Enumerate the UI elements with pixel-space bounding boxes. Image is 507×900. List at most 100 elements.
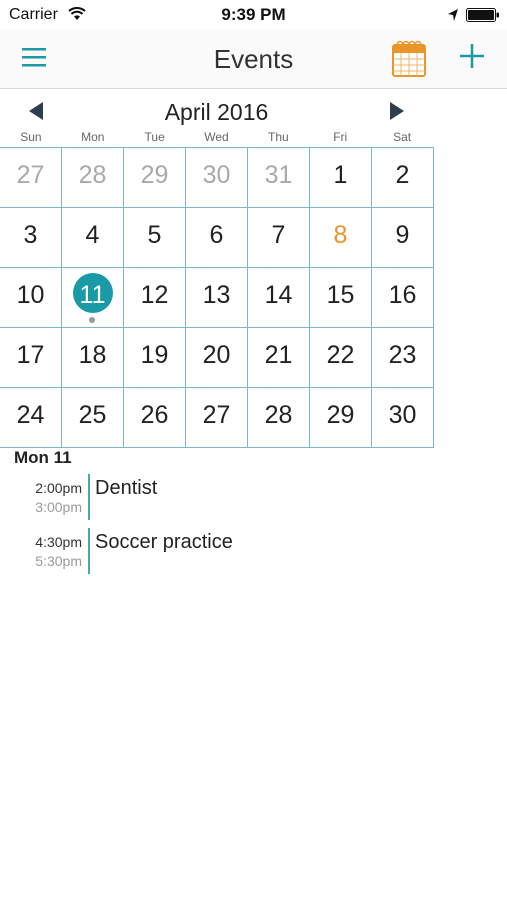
weekday-label: Fri [333, 130, 348, 144]
weekday-label: Sat [393, 130, 412, 144]
calendar-icon[interactable] [392, 39, 426, 77]
calendar-day[interactable]: 25 [62, 388, 124, 447]
calendar-day[interactable]: 27 [0, 148, 62, 207]
day-number: 29 [140, 161, 169, 189]
weekday-label: Tue [144, 130, 165, 144]
day-number: 25 [78, 401, 107, 429]
calendar-week-row: 17 18 19 20 21 22 23 [0, 327, 434, 387]
day-number: 29 [326, 401, 355, 429]
weekday-label: Thu [268, 130, 289, 144]
calendar-day[interactable]: 28 [248, 388, 310, 447]
weekday-label: Wed [204, 130, 229, 144]
day-number: 5 [147, 221, 162, 249]
event-item[interactable]: 4:30pm 5:30pm Soccer practice [0, 528, 507, 574]
weekday-label: Sun [20, 130, 42, 144]
day-number: 6 [209, 221, 224, 249]
calendar-day[interactable]: 7 [248, 208, 310, 267]
day-number: 28 [264, 401, 293, 429]
day-number: 26 [140, 401, 169, 429]
navigation-bar: Events [0, 30, 507, 89]
calendar-day[interactable]: 29 [310, 388, 372, 447]
calendar-day[interactable]: 6 [186, 208, 248, 267]
day-number: 28 [78, 161, 107, 189]
calendar-day[interactable]: 26 [124, 388, 186, 447]
calendar-day[interactable]: 19 [124, 328, 186, 387]
calendar-day[interactable]: 30 [372, 388, 434, 447]
page-title: Events [213, 44, 294, 74]
battery-icon [466, 8, 499, 22]
calendar-day[interactable]: 28 [62, 148, 124, 207]
event-title: Soccer practice [95, 531, 233, 553]
calendar-day[interactable]: 23 [372, 328, 434, 387]
day-number: 21 [264, 341, 293, 369]
calendar-day[interactable]: 24 [0, 388, 62, 447]
month-header: April 2016 [0, 90, 433, 130]
calendar-day[interactable]: 22 [310, 328, 372, 387]
calendar-day[interactable]: 15 [310, 268, 372, 327]
calendar-day[interactable]: 29 [124, 148, 186, 207]
day-number: 11 [79, 281, 106, 309]
event-item[interactable]: 2:00pm 3:00pm Dentist [0, 474, 507, 520]
day-number: 30 [388, 401, 417, 429]
location-arrow-icon [448, 9, 458, 21]
day-number: 8 [333, 221, 348, 249]
calendar-day[interactable]: 12 [124, 268, 186, 327]
event-title: Dentist [95, 477, 158, 499]
calendar-day[interactable]: 3 [0, 208, 62, 267]
calendar-day[interactable]: 21 [248, 328, 310, 387]
day-number: 27 [16, 161, 45, 189]
day-number: 14 [264, 281, 293, 309]
day-number: 1 [333, 161, 348, 189]
calendar-day[interactable]: 5 [124, 208, 186, 267]
event-color-bar [88, 528, 90, 574]
day-number: 4 [85, 221, 100, 249]
day-number: 2 [395, 161, 410, 189]
day-number: 9 [395, 221, 410, 249]
day-number: 3 [23, 221, 38, 249]
calendar-day-today[interactable]: 8 [310, 208, 372, 267]
calendar-day[interactable]: 16 [372, 268, 434, 327]
agenda-date-label: Mon 11 [14, 448, 72, 467]
calendar-day[interactable]: 13 [186, 268, 248, 327]
day-number: 30 [202, 161, 231, 189]
calendar-day[interactable]: 14 [248, 268, 310, 327]
status-time: 9:39 PM [221, 5, 286, 24]
next-month-arrow-icon[interactable] [389, 101, 405, 121]
calendar-day[interactable]: 27 [186, 388, 248, 447]
day-number: 18 [78, 341, 107, 369]
calendar-week-row: 27 28 29 30 31 1 2 [0, 147, 434, 207]
event-start-time: 4:30pm [35, 534, 82, 550]
calendar-day[interactable]: 30 [186, 148, 248, 207]
weekday-label: Mon [81, 130, 105, 144]
calendar-week-row: 24 25 26 27 28 29 30 [0, 387, 434, 448]
day-number: 13 [202, 281, 231, 309]
day-number: 7 [271, 221, 286, 249]
event-end-time: 3:00pm [35, 499, 82, 515]
day-number: 15 [326, 281, 355, 309]
day-number: 19 [140, 341, 169, 369]
day-number: 31 [264, 161, 293, 189]
calendar-grid: 27 28 29 30 31 1 2 3 4 5 6 7 8 9 10 11 12 13 14 15 16 17 18 19 2… [0, 147, 434, 448]
calendar-day[interactable]: 9 [372, 208, 434, 267]
day-number: 17 [16, 341, 45, 369]
weekday-header: Sun Mon Tue Wed Thu Fri Sat [0, 130, 433, 148]
calendar-day[interactable]: 4 [62, 208, 124, 267]
calendar-day[interactable]: 10 [0, 268, 62, 327]
add-event-button[interactable] [458, 42, 486, 70]
event-indicator-dot [89, 317, 95, 323]
month-title: April 2016 [164, 99, 269, 125]
day-number: 23 [388, 341, 417, 369]
calendar-day[interactable]: 2 [372, 148, 434, 207]
calendar-week-row: 3 4 5 6 7 8 9 [0, 207, 434, 267]
event-color-bar [88, 474, 90, 520]
day-number: 27 [202, 401, 231, 429]
calendar-day[interactable]: 17 [0, 328, 62, 387]
day-number: 16 [388, 281, 417, 309]
event-start-time: 2:00pm [35, 480, 82, 496]
calendar-day[interactable]: 20 [186, 328, 248, 387]
calendar-day[interactable]: 18 [62, 328, 124, 387]
calendar-day[interactable]: 1 [310, 148, 372, 207]
calendar-week-row: 10 11 12 13 14 15 16 [0, 267, 434, 327]
calendar-day[interactable]: 31 [248, 148, 310, 207]
event-end-time: 5:30pm [35, 553, 82, 569]
